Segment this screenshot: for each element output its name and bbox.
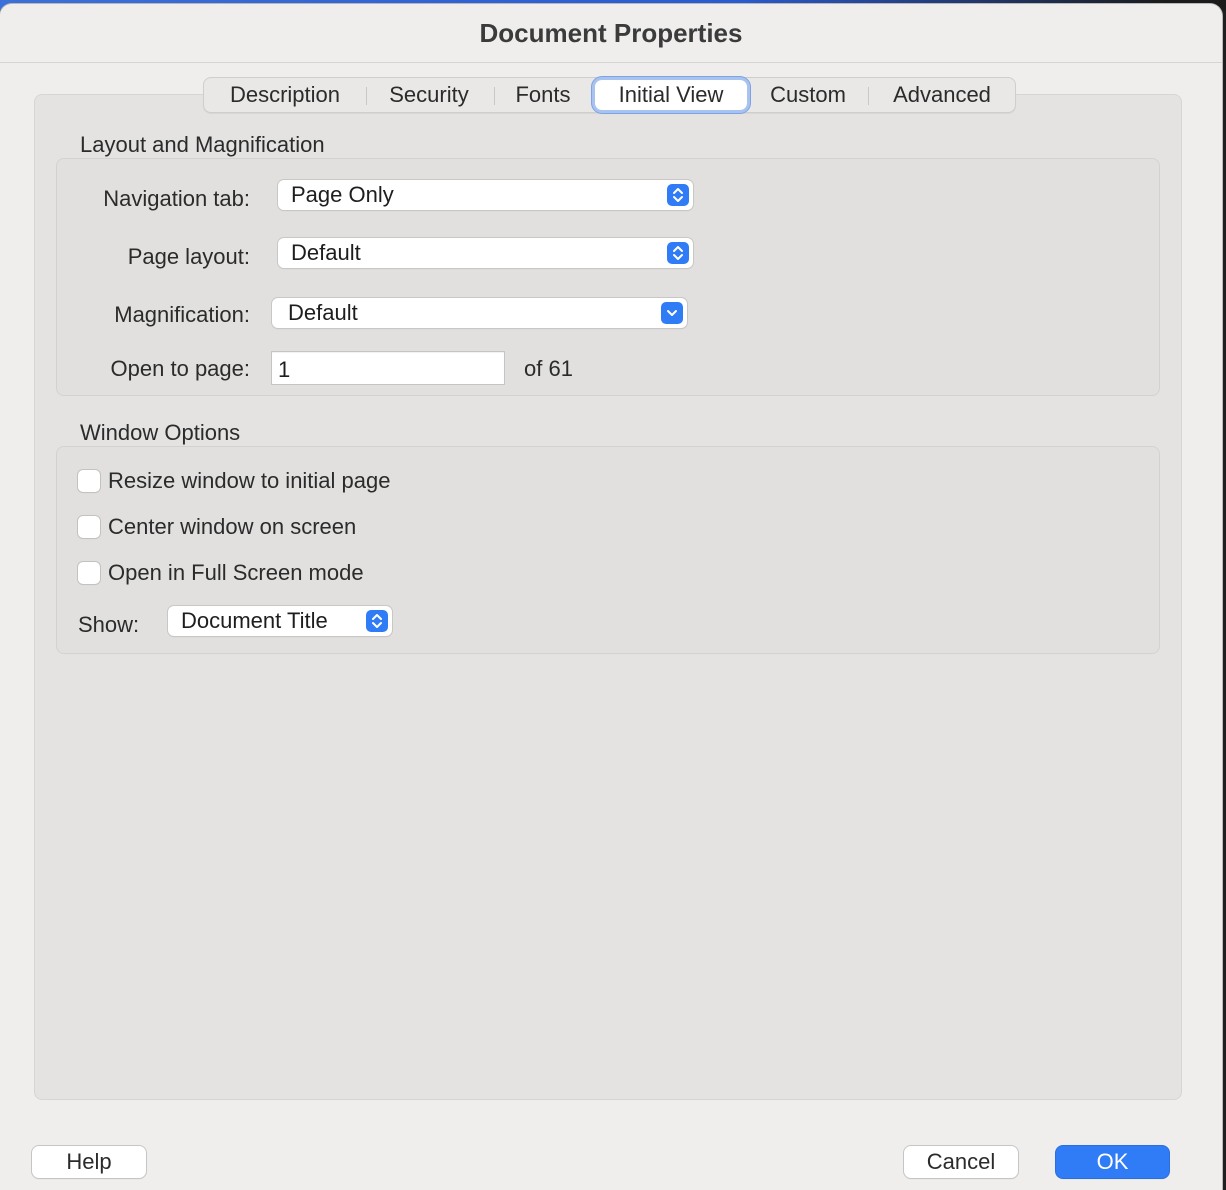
tab-bar: Description Security Fonts Initial View …	[203, 77, 1016, 113]
document-properties-dialog: Document Properties Description Security…	[0, 4, 1222, 1190]
navigation-tab-select[interactable]: Page Only	[278, 180, 693, 210]
dialog-title: Document Properties	[479, 18, 743, 48]
cancel-button[interactable]: Cancel	[904, 1146, 1018, 1178]
tab-separator	[868, 87, 869, 105]
navigation-tab-value: Page Only	[291, 182, 394, 207]
magnification-value: Default	[288, 300, 358, 325]
tab-separator	[494, 87, 495, 105]
page-layout-value: Default	[291, 240, 361, 265]
tab-description[interactable]: Description	[210, 78, 360, 112]
help-button[interactable]: Help	[32, 1146, 146, 1178]
tab-separator	[366, 87, 367, 105]
show-label: Show:	[78, 612, 140, 637]
center-window-label: Center window on screen	[108, 514, 357, 539]
resize-window-label: Resize window to initial page	[108, 468, 391, 493]
page-layout-label: Page layout:	[127, 244, 250, 269]
full-screen-checkbox[interactable]	[78, 562, 100, 584]
open-to-page-label: Open to page:	[110, 356, 250, 381]
layout-section-title: Layout and Magnification	[80, 132, 325, 157]
up-down-chevron-icon	[667, 242, 689, 264]
full-screen-label: Open in Full Screen mode	[108, 560, 364, 585]
page-layout-select[interactable]: Default	[278, 238, 693, 268]
chevron-down-icon	[661, 302, 683, 324]
ok-button[interactable]: OK	[1056, 1146, 1169, 1178]
tab-custom[interactable]: Custom	[756, 78, 860, 112]
page-count-text: of 61	[524, 356, 573, 381]
open-to-page-input[interactable]	[272, 352, 504, 384]
magnification-label: Magnification:	[114, 302, 250, 327]
tab-security[interactable]: Security	[374, 78, 484, 112]
up-down-chevron-icon	[667, 184, 689, 206]
tab-fonts[interactable]: Fonts	[502, 78, 584, 112]
show-select[interactable]: Document Title	[168, 606, 392, 636]
center-window-checkbox[interactable]	[78, 516, 100, 538]
navigation-tab-label: Navigation tab:	[103, 186, 250, 211]
show-value: Document Title	[181, 608, 328, 633]
tab-advanced[interactable]: Advanced	[878, 78, 1006, 112]
magnification-select[interactable]: Default	[272, 298, 687, 328]
open-to-page-field[interactable]	[271, 351, 505, 385]
window-options-title: Window Options	[80, 420, 241, 445]
titlebar: Document Properties	[0, 4, 1222, 63]
up-down-chevron-icon	[366, 610, 388, 632]
resize-window-checkbox[interactable]	[78, 470, 100, 492]
tab-initial-view[interactable]: Initial View	[595, 80, 747, 110]
